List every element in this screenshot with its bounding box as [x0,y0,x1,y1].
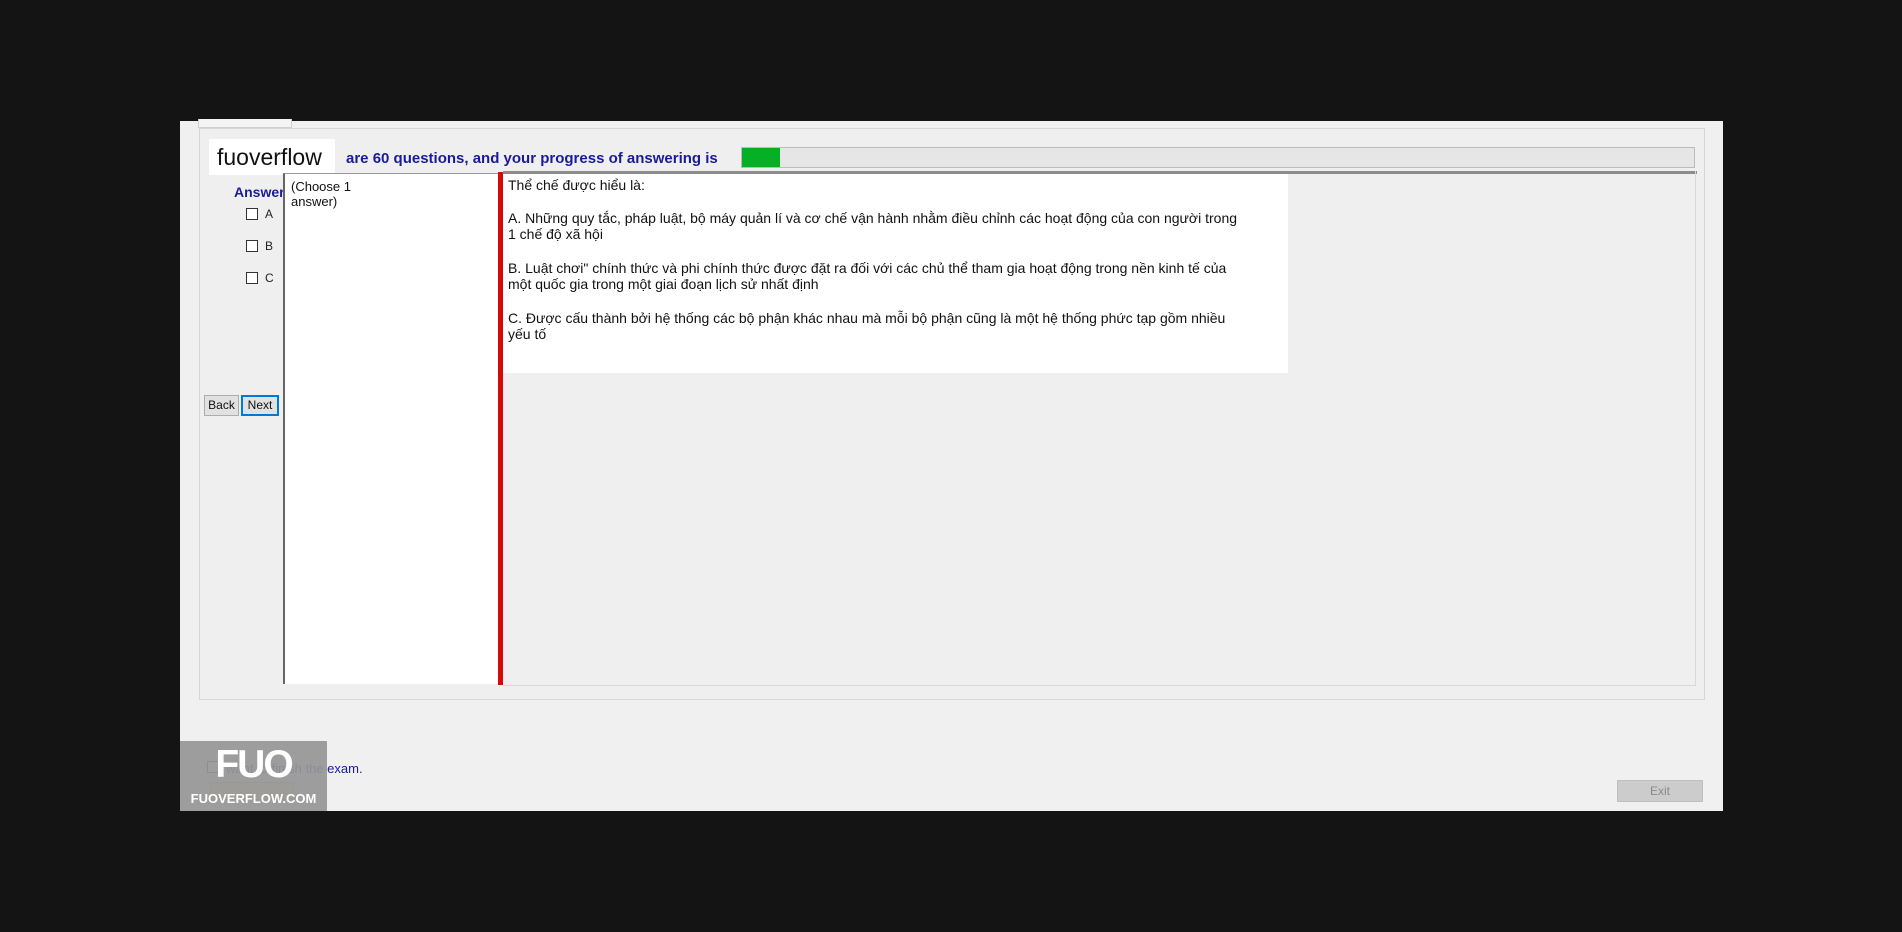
content-border-bottom [503,685,1696,686]
progress-bar [741,147,1695,168]
choose-instruction-panel: (Choose 1 answer) [283,173,498,684]
answer-option-label: A [265,207,274,221]
top-tab[interactable] [198,119,292,128]
answer-option-b[interactable]: B [246,239,273,253]
question-option-b: B. Luật chơi" chính thức và phi chính th… [508,260,1227,292]
question-stem: Thể chế được hiểu là: [508,177,645,193]
question-panel: Thể chế được hiểu là: A. Những quy tắc, … [503,174,1288,373]
brand-label: fuoverflow [209,139,335,175]
answer-checkbox-c[interactable] [246,272,258,284]
back-button[interactable]: Back [204,395,239,416]
main-frame: fuoverflow are 60 questions, and your pr… [199,128,1705,700]
answer-heading: Answer [234,184,285,200]
question-option-c: C. Được cấu thành bởi hệ thống các bộ ph… [508,310,1226,342]
choose-instruction: (Choose 1 answer) [291,179,351,209]
answer-option-c[interactable]: C [246,271,274,285]
answer-option-label: B [265,239,274,253]
content-border-right [1695,171,1696,686]
question-option-a: A. Những quy tắc, pháp luật, bộ máy quản… [508,210,1238,242]
watermark-logo-mark: FUO [215,743,293,786]
answer-option-a[interactable]: A [246,207,273,221]
exit-button[interactable]: Exit [1617,780,1703,802]
answer-checkbox-a[interactable] [246,208,258,220]
watermark-site-text: FUOVERFLOW.COM [190,791,317,806]
answer-checkbox-b[interactable] [246,240,258,252]
progress-fill [742,148,781,167]
exam-window: fuoverflow are 60 questions, and your pr… [180,119,1723,811]
next-button[interactable]: Next [241,395,279,416]
progress-text: are 60 questions, and your progress of a… [346,150,718,167]
answer-option-label: C [265,271,274,285]
watermark-logo: FUO FUOVERFLOW.COM [180,741,327,811]
